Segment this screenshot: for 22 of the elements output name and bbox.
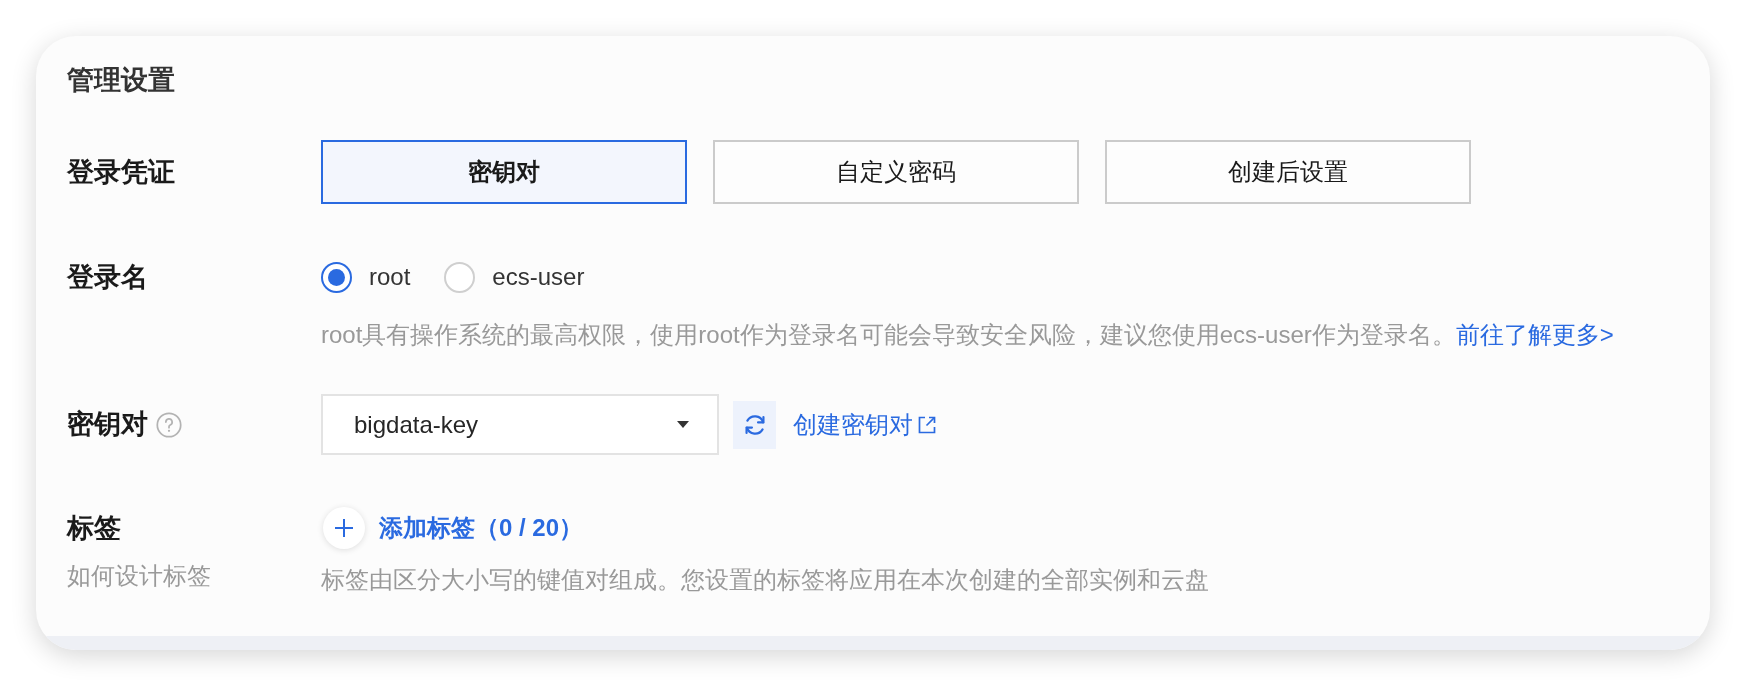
refresh-button[interactable] <box>733 400 776 449</box>
add-tag-button[interactable]: 添加标签（0 / 20） <box>321 507 584 549</box>
field-label: 登录名 <box>67 261 148 293</box>
credential-tab[interactable]: 自定义密码 <box>713 140 1079 204</box>
create-key-pair-link[interactable]: 创建密钥对 <box>793 410 937 439</box>
plus-icon <box>323 507 365 549</box>
learn-more-link[interactable]: 前往了解更多> <box>1455 321 1614 348</box>
credential-tab[interactable]: 创建后设置 <box>1105 140 1471 204</box>
field-label: 标签 <box>67 512 121 545</box>
section-title: 管理设置 <box>67 66 175 94</box>
caret-icon <box>677 421 689 428</box>
external-link-icon <box>917 414 937 435</box>
tags-hint: 标签由区分大小写的键值对组成。您设置的标签将应用在本次创建的全部实例和云盘 <box>321 566 1209 594</box>
field-label: 密钥对 <box>67 408 148 441</box>
radio-label: root <box>369 262 411 292</box>
credential-tab[interactable]: 密钥对 <box>321 140 687 204</box>
radio-button[interactable] <box>321 261 352 293</box>
field-label: 登录凭证 <box>67 156 175 189</box>
key-pair-select[interactable]: bigdata-key <box>321 394 719 455</box>
radio-label: ecs-user <box>492 262 585 292</box>
login-name-hint: root具有操作系统的最高权限，使用root作为登录名可能会导致安全风险，建议您使用ecs-user作为登录名。前往了解更多> <box>321 321 1614 349</box>
help-icon <box>156 411 182 438</box>
